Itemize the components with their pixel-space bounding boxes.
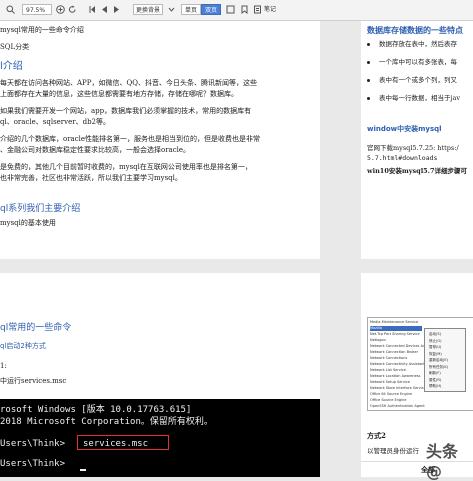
bullet-dot <box>367 43 370 46</box>
section-heading: l介绍 <box>0 61 23 72</box>
toc-line: SQL分类 <box>0 43 30 51</box>
highlight-box <box>77 435 169 450</box>
paragraph-line: ql、oracle、sqlserver、db2等。 <box>0 118 111 126</box>
context-menu-item: 刷新(F) <box>429 371 441 375</box>
bullet-text: 表中有一个或多个列，列又 <box>379 76 457 84</box>
page-top-right: 数据库存储数据的一些特点 数据存放在表中，然后表存 一个库中可以有多张表，每 表… <box>361 21 473 259</box>
context-menu-item: 暂停(U) <box>429 345 442 349</box>
zoom-in-icon[interactable] <box>56 5 65 14</box>
next-page-icon[interactable] <box>112 5 121 14</box>
cmd-line: Users\Think> <box>0 459 66 469</box>
toc-line: mysql常用的一些命令介绍 <box>0 26 84 34</box>
cmd-line: Users\Think> <box>0 439 66 449</box>
notes-icon[interactable] <box>253 5 262 14</box>
paragraph-line: 5.7.html#downloads <box>367 154 438 162</box>
chevron-down-icon[interactable] <box>167 5 176 14</box>
service-row: Office Source Engine <box>370 398 407 402</box>
bullet-text: 数据存放在表中，然后表存 <box>379 40 457 48</box>
context-menu-item: 帮助(H) <box>429 384 442 388</box>
context-menu-item: 恢复(M) <box>429 351 442 356</box>
bullet-text: 表中每一行数据，相当于jav <box>379 94 461 102</box>
fullscreen-icon[interactable] <box>226 5 235 14</box>
paragraph-line: 官网下载mysql5.7.25: https:/ <box>367 144 459 152</box>
service-row: Network Connection Broker <box>370 350 419 354</box>
double-page-button[interactable]: 双页 <box>201 4 222 15</box>
bullet-dot <box>367 97 370 100</box>
background-select[interactable]: 更换背景 <box>133 4 163 15</box>
notes-label[interactable]: 笔记 <box>264 4 276 15</box>
rotate-icon[interactable] <box>68 5 77 14</box>
service-row: Network Setup Service <box>370 380 410 384</box>
section-heading: ql常用的一些命令 <box>0 323 72 333</box>
toolbar: 97.5% 更换背景 单页 双页 笔记 <box>0 0 473 21</box>
zoom-select[interactable]: 97.5% <box>22 4 52 15</box>
paragraph-line: 也非常完善，社区也非常活跃，所以我们主要学习mysql。 <box>0 174 182 182</box>
bookmark-icon[interactable] <box>240 5 249 14</box>
bullet-dot <box>367 61 370 64</box>
paragraph-line: win10安装mysql5.7详细步骤可 <box>367 167 467 175</box>
page-bottom-left: ql常用的一些命令 ql启动2种方式 1: 中运行services.msc ro… <box>0 273 320 477</box>
context-menu-item: 重新启动(E) <box>429 358 448 362</box>
service-row: Media Maintenance Service <box>370 320 419 324</box>
paragraph-line: 1: <box>0 362 7 370</box>
section-heading: 数据库存储数据的一些特点 <box>367 26 463 35</box>
context-menu: 启动(S) 停止(O) 暂停(U) 恢复(M) 重新启动(E) 所有任务(K) 刷新(F) 属… <box>424 328 466 392</box>
page-top-left: mysql常用的一些命令介绍 SQL分类 l介绍 每天都在访问各种网站、APP，… <box>0 21 320 259</box>
watermark: 头条 @ <box>426 442 459 481</box>
paragraph-line: 以管理员身份运行 <box>367 447 419 455</box>
bullet-text: 一个库中可以有多张表，每 <box>379 58 457 66</box>
section-heading: window中安装mysql <box>367 125 442 133</box>
service-row: Network List Service <box>370 368 406 372</box>
section-heading: 方式2 <box>367 431 386 440</box>
paragraph-line: 中运行services.msc <box>0 377 67 385</box>
service-row: Network Connections <box>370 356 408 360</box>
paragraph-line: 是免费的，其他几个目前暂时收费的，mysql在互联网公司使用率也是排名第一， <box>0 163 252 171</box>
context-menu-item: 启动(S) <box>429 332 441 336</box>
service-row: Mozilla <box>370 326 422 331</box>
service-row: Office 64 Source Engine <box>370 392 413 396</box>
paragraph-line: 上面都存在大量的信息，这些信息都需要有地方存储，存储在哪呢？数据库。 <box>0 90 238 98</box>
context-menu-item: 所有任务(K) <box>429 364 449 369</box>
bullet-dot <box>367 79 370 82</box>
service-row: Network Connectivity Assistant <box>370 362 425 366</box>
search-icon[interactable] <box>6 5 15 14</box>
services-screenshot: Media Maintenance Service Mozilla Net.Tcp … <box>367 317 473 411</box>
service-row: Network Store Interface Service <box>370 386 426 390</box>
service-row: OpenSSH Authentication Agent <box>370 404 425 408</box>
cursor <box>80 469 86 471</box>
service-row: Network Location Awareness <box>370 374 421 378</box>
first-page-icon[interactable] <box>88 5 97 14</box>
prev-page-icon[interactable] <box>100 5 109 14</box>
command-prompt-screenshot: rosoft Windows [版本 10.0.17763.615] 2018 … <box>0 399 320 477</box>
section-heading: ql启动2种方式 <box>0 342 46 350</box>
paragraph-line: 如果我们需要开发一个网站，app，数据库我们必须掌握的技术，常用的数据库有 <box>0 107 252 115</box>
single-page-button[interactable]: 单页 <box>181 4 202 15</box>
context-menu-item: 属性(R) <box>429 377 442 382</box>
section-heading: ql系列我们主要介绍 <box>0 204 81 214</box>
context-menu-item: 停止(O) <box>429 338 442 343</box>
paragraph-line: 介绍的几个数据库，oracle性能排名第一，服务也是相当到位的，但是收费也是非常 <box>0 135 261 143</box>
paragraph-line: mysql的基本使用 <box>0 219 56 227</box>
service-row: Net.Tcp Port Sharing Service <box>370 332 420 336</box>
cmd-line: 2018 Microsoft Corporation。保留所有权利。 <box>0 417 213 427</box>
paragraph-line: 每天都在访问各种网站、APP，如微信、QQ、抖音、今日头条、腾讯新闻等，这些 <box>0 79 257 87</box>
service-row: Netlogon <box>370 338 386 342</box>
paragraph-line: 、金融公司对数据库稳定性要求比较高，一般会选择oracle。 <box>0 146 191 154</box>
